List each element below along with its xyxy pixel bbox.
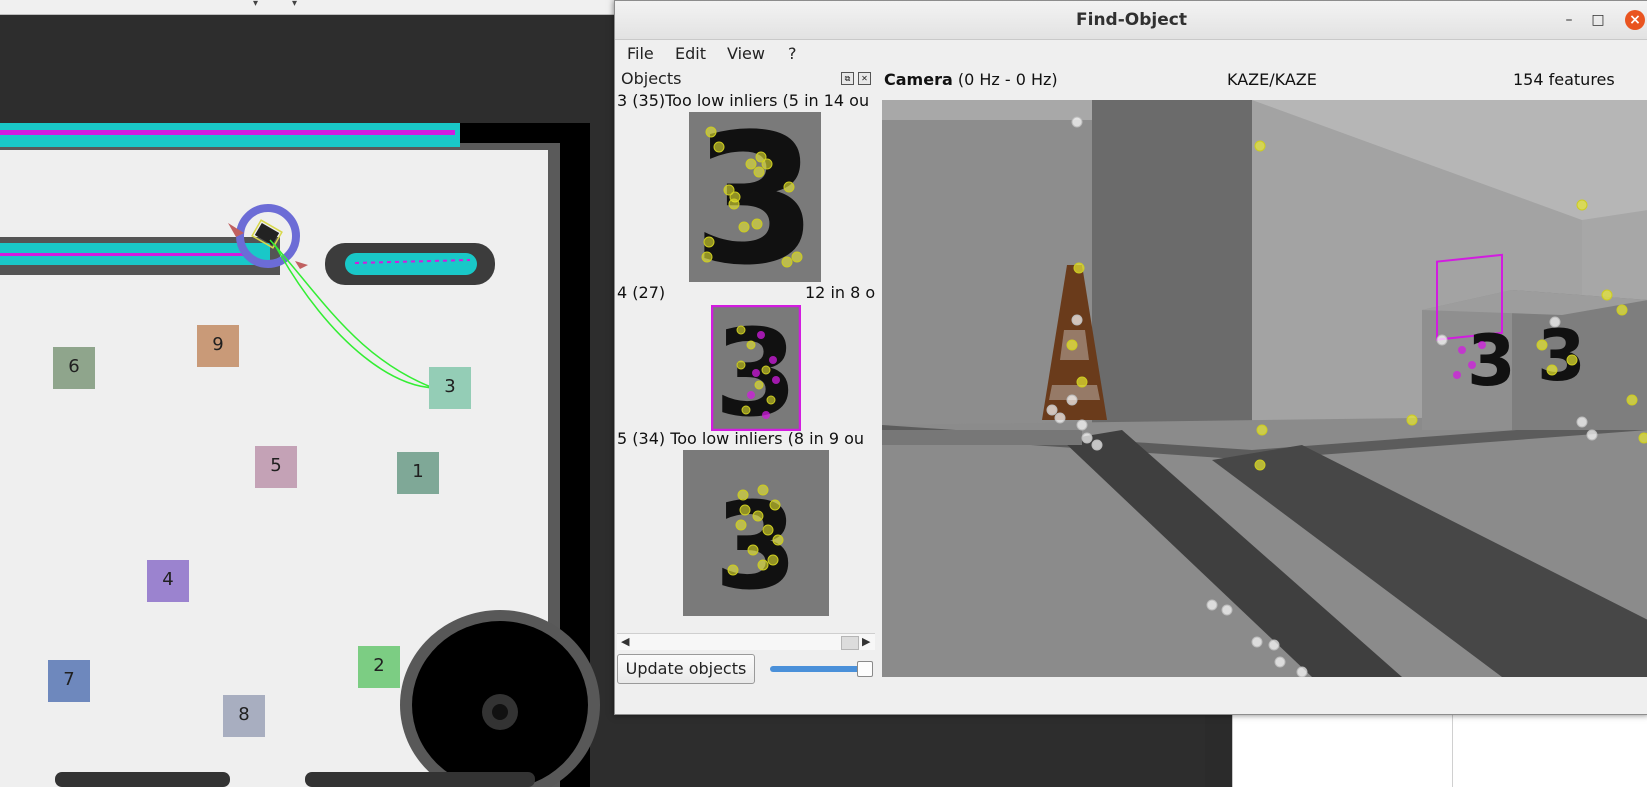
menu-file[interactable]: File — [627, 44, 654, 63]
float-panel-icon[interactable]: ⧉ — [841, 72, 854, 85]
maximize-icon[interactable]: □ — [1590, 12, 1606, 28]
map-box-8: 8 — [223, 695, 265, 737]
threshold-slider[interactable] — [770, 661, 873, 677]
map-box-5: 5 — [255, 446, 297, 488]
map-box-label: 2 — [373, 655, 385, 676]
map-box-label: 5 — [270, 455, 282, 476]
map-box-3: 3 — [429, 367, 471, 409]
camera-scene: 3 3 — [882, 100, 1647, 677]
svg-text:3: 3 — [1537, 315, 1586, 397]
map-box-4: 4 — [147, 560, 189, 602]
scroll-right-icon[interactable]: ▶ — [862, 635, 870, 648]
object-status: 12 in 8 o — [805, 283, 875, 302]
close-icon[interactable]: × — [1625, 10, 1645, 30]
object-label: 4 (27) — [617, 283, 666, 302]
svg-text:3: 3 — [1467, 320, 1516, 402]
menu-edit[interactable]: Edit — [675, 44, 706, 63]
minimize-icon[interactable]: – — [1561, 12, 1577, 28]
map-box-label: 1 — [412, 461, 424, 482]
svg-text:3: 3 — [714, 305, 798, 431]
menu-bar: File Edit View ? — [615, 40, 1647, 67]
horizontal-scrollbar[interactable]: ◀ ▶ — [617, 633, 875, 650]
map-box-label: 4 — [162, 569, 174, 590]
map-box-1: 1 — [397, 452, 439, 494]
map-box-label: 6 — [68, 356, 80, 377]
map-box-7: 7 — [48, 660, 90, 702]
map-box-label: 8 — [238, 704, 250, 725]
background-toolbar: ▾ ▾ — [0, 0, 620, 15]
find-object-window: Find-Object – □ × File Edit View ? Objec… — [614, 0, 1647, 715]
window-titlebar[interactable]: Find-Object – □ × — [615, 1, 1647, 40]
detector-label: KAZE/KAZE — [1227, 70, 1317, 89]
object-thumbnail-detected[interactable]: 3 — [711, 305, 801, 431]
map-box-9: 9 — [197, 325, 239, 367]
camera-title: Camera (0 Hz - 0 Hz) — [884, 70, 1058, 89]
menu-help[interactable]: ? — [788, 44, 797, 63]
background-side-panel — [1232, 710, 1647, 787]
map-box-2: 2 — [358, 646, 400, 688]
camera-view[interactable]: 3 3 — [882, 100, 1647, 677]
objects-list[interactable]: 3 (35)Too low inliers (5 in 14 ou 3 4 (2… — [617, 91, 875, 621]
object-label: 5 (34) Too low inliers (8 in 9 ou — [617, 429, 865, 448]
scroll-left-icon[interactable]: ◀ — [621, 635, 629, 648]
close-panel-icon[interactable]: ✕ — [858, 72, 871, 85]
update-objects-button[interactable]: Update objects — [617, 654, 755, 684]
map-box-label: 7 — [63, 669, 75, 690]
object-thumbnail[interactable]: 3 — [683, 450, 829, 616]
scrollbar-thumb[interactable] — [841, 636, 859, 650]
camera-rate: (0 Hz - 0 Hz) — [952, 70, 1058, 89]
window-title: Find-Object — [1076, 10, 1187, 30]
map-box-label: 9 — [212, 334, 224, 355]
objects-panel-title: Objects — [621, 69, 682, 88]
object-thumbnail[interactable]: 3 — [689, 112, 821, 282]
objects-panel: Objects ⧉ ✕ 3 (35)Too low inliers (5 in … — [615, 67, 877, 650]
dropdown-arrow-icon[interactable]: ▾ — [292, 0, 297, 9]
map-box-label: 3 — [444, 376, 456, 397]
slider-knob[interactable] — [857, 661, 873, 677]
object-label: 3 (35)Too low inliers (5 in 14 ou — [617, 91, 870, 110]
map-box-6: 6 — [53, 347, 95, 389]
camera-header: Camera (0 Hz - 0 Hz) KAZE/KAZE 154 featu… — [882, 67, 1647, 95]
menu-view[interactable]: View — [727, 44, 765, 63]
features-count: 154 features — [1513, 70, 1615, 89]
dropdown-arrow-icon[interactable]: ▾ — [253, 0, 258, 9]
